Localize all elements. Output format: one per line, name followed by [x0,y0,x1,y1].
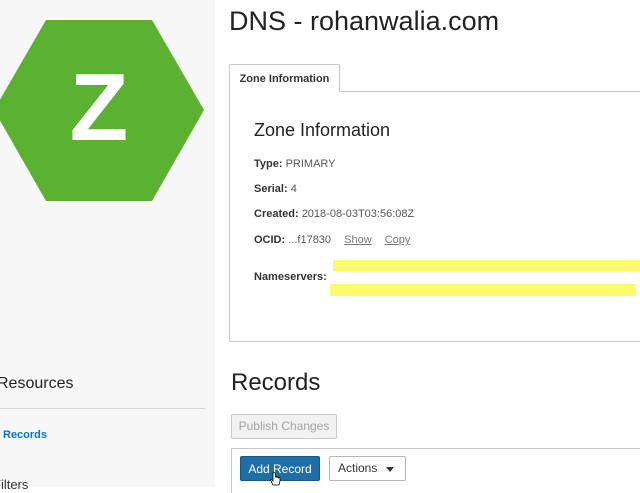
serial-label: Serial: [254,183,288,195]
resources-divider [0,408,205,409]
created-value: 2018-08-03T03:56:08Z [301,208,415,220]
zone-type-row: Type: PRIMARY [254,158,336,170]
ocid-show-link[interactable]: Show [344,234,372,246]
resource-link-records[interactable]: Records [3,429,47,441]
zone-information-panel: Zone Information Type: PRIMARY Serial: 4… [229,91,640,342]
actions-dropdown[interactable]: Actions [329,456,406,481]
records-toolbar: Add Record Actions [231,448,640,493]
zone-hexagon-logo: Z [0,20,204,201]
records-title: Records [231,369,321,396]
ocid-value: ...f17830 [288,234,332,246]
resources-title: Resources [0,375,74,392]
zone-ocid-row: OCID: ...f17830 Show Copy [254,234,410,246]
hand-cursor-icon [270,472,281,486]
nameserver-highlight-2 [330,284,636,296]
zone-info-heading: Zone Information [254,120,391,140]
zone-serial-row: Serial: 4 [254,183,297,195]
tab-zone-information[interactable]: Zone Information [229,64,340,92]
type-label: Type: [254,158,283,170]
chevron-down-icon [386,467,394,472]
nameserver-highlight-1 [333,260,640,271]
filters-heading: Filters [0,477,29,492]
serial-value: 4 [290,183,297,195]
ocid-copy-link[interactable]: Copy [385,234,411,246]
left-panel: Z Resources Records Filters [0,0,215,492]
created-label: Created: [254,208,299,220]
type-value: PRIMARY [285,158,336,170]
ocid-label: OCID: [254,234,286,246]
nameservers-label: Nameservers: [254,271,327,283]
page-title: DNS - rohanwalia.com [229,6,500,36]
publish-changes-button[interactable]: Publish Changes [231,414,337,439]
logo-letter: Z [70,54,129,161]
zone-created-row: Created: 2018-08-03T03:56:08Z [254,208,414,220]
actions-label: Actions [338,461,378,475]
zone-nameservers-row: Nameservers: [254,271,327,283]
